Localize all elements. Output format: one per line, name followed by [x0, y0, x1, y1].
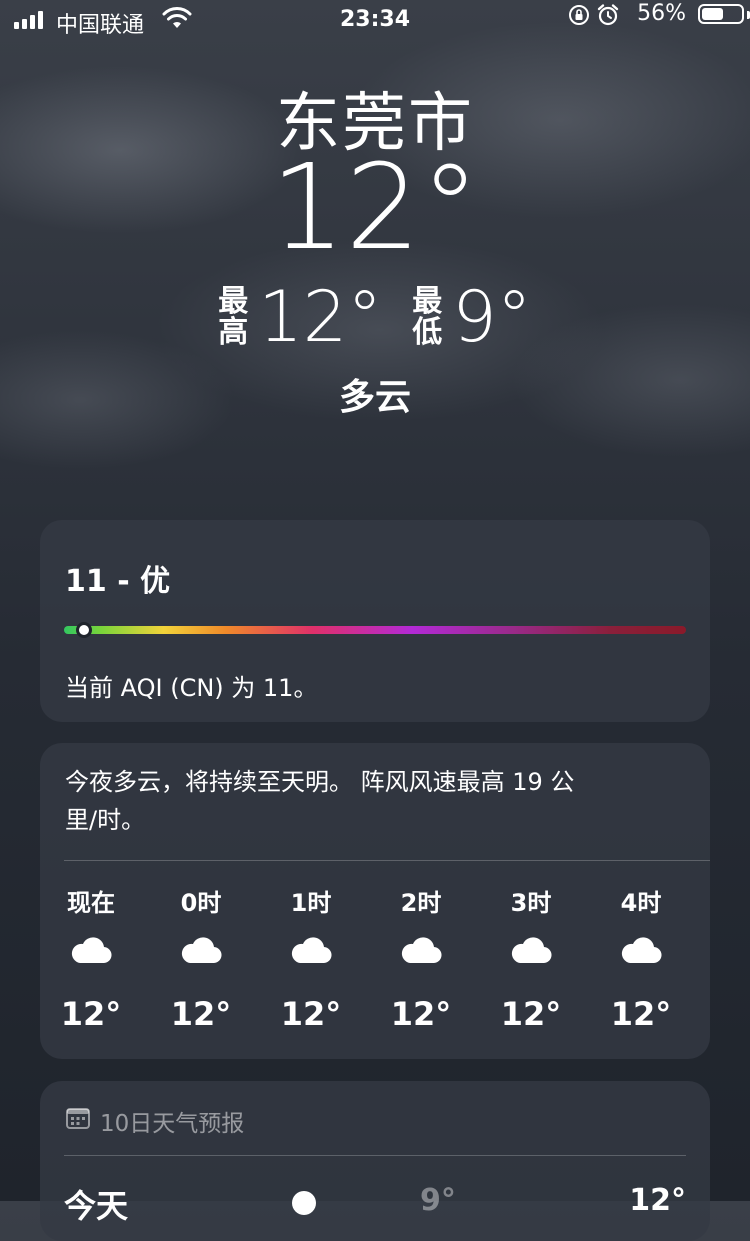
hourly-item: 1时 12° — [256, 883, 366, 1033]
aqi-indicator-dot — [76, 622, 92, 638]
cloud-icon — [476, 935, 586, 973]
ten-day-forecast-card[interactable]: 10日天气预报 今天 9° 12° — [40, 1081, 710, 1241]
battery-percentage: 56% — [637, 1, 686, 26]
hour-label: 现在 — [67, 889, 115, 917]
hour-temperature: 12° — [500, 995, 562, 1033]
high-label: 最高 — [218, 283, 249, 350]
hour-label: 3时 — [510, 889, 552, 917]
status-bar: 中国联通 23:34 56% — [0, 0, 750, 42]
hour-temperature: 12° — [170, 995, 232, 1033]
low-label: 最低 — [412, 283, 443, 350]
hour-temperature: 12° — [610, 995, 672, 1033]
hour-temperature: 12° — [390, 995, 452, 1033]
low-temperature: 最低 9° — [412, 282, 532, 352]
hour-temperature: 12° — [60, 995, 122, 1033]
ten-day-title: 10日天气预报 — [100, 1111, 245, 1137]
day-row[interactable]: 今天 9° 12° — [64, 1181, 686, 1225]
hourly-list[interactable]: 现在 12° 0时 12° 1时 12° 2时 12° 3时 12° 4时 12° — [40, 883, 710, 1043]
weather-condition: 多云 — [338, 377, 411, 418]
calendar-icon — [66, 1107, 90, 1135]
divider — [64, 860, 710, 861]
forecast-summary: 今夜多云，将持续至天明。 阵风风速最高 19 公里/时。 — [65, 768, 575, 834]
cloud-icon — [146, 935, 256, 973]
hourly-item: 2时 12° — [366, 883, 476, 1033]
hour-label: 1时 — [290, 889, 332, 917]
air-quality-card[interactable]: 11 - 优 当前 AQI (CN) 为 11。 — [40, 520, 710, 722]
high-value: 12° — [258, 276, 383, 358]
battery-icon — [698, 4, 744, 24]
alarm-icon — [596, 3, 620, 33]
day-name: 今天 — [64, 1187, 129, 1225]
aqi-description: 当前 AQI (CN) 为 11。 — [65, 674, 318, 702]
hourly-forecast-card[interactable]: 今夜多云，将持续至天明。 阵风风速最高 19 公里/时。 现在 12° 0时 12° 1… — [40, 743, 710, 1059]
current-temperature: 12° — [270, 138, 480, 276]
aqi-value: 11 - 优 — [65, 564, 171, 599]
divider — [64, 1155, 686, 1156]
orientation-lock-icon — [568, 4, 590, 32]
hour-label: 4时 — [620, 889, 662, 917]
ten-day-header: 10日天气预报 — [66, 1104, 244, 1138]
hourly-item: 4时 12° — [586, 883, 696, 1033]
hourly-item: 3时 12° — [476, 883, 586, 1033]
hourly-item: 现在 12° — [36, 883, 146, 1033]
cloud-icon — [256, 935, 366, 973]
high-temperature: 最高 12° — [218, 282, 382, 352]
temperature-range-dot — [292, 1191, 316, 1215]
cloud-icon — [366, 935, 476, 973]
aqi-scale-bar — [64, 622, 686, 638]
cloud-icon — [36, 935, 146, 973]
low-value: 9° — [452, 276, 532, 358]
high-low-temperatures: 最高 12° 最低 9° — [0, 282, 750, 352]
hourly-item: 0时 12° — [146, 883, 256, 1033]
hour-label: 2时 — [400, 889, 442, 917]
hour-label: 0时 — [180, 889, 222, 917]
hour-temperature: 12° — [280, 995, 342, 1033]
cloud-icon — [586, 935, 696, 973]
